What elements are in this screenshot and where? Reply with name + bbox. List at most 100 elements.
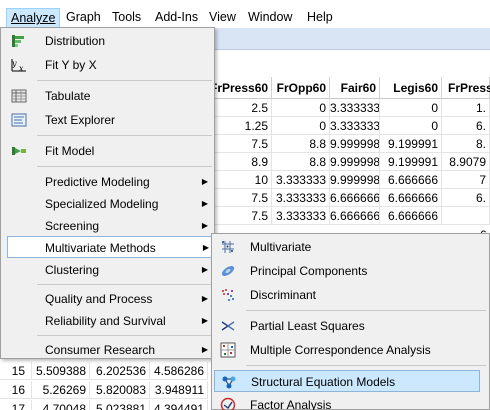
table-cell[interactable]: 3.333333: [272, 207, 330, 225]
table-cell[interactable]: 6.202536: [90, 362, 150, 380]
menu-view-label: View: [209, 10, 236, 24]
column-header[interactable]: Fair60: [330, 77, 380, 99]
menu-window[interactable]: Window: [244, 8, 296, 28]
submenu-item-principal-components[interactable]: Principal Components: [214, 260, 480, 282]
menu-item-multivariate-methods[interactable]: Multivariate Methods ▶: [7, 236, 214, 258]
menu-item-label: Multivariate Methods: [45, 241, 156, 255]
menu-bar: Analyze Graph Tools Add-Ins View Window …: [0, 0, 490, 28]
menu-separator: [246, 310, 486, 311]
menu-item-reliability-and-survival[interactable]: Reliability and Survival ▶: [3, 310, 212, 332]
menu-help[interactable]: Help: [303, 8, 337, 28]
table-cell[interactable]: 4.394491: [150, 400, 208, 410]
table-cell[interactable]: 9.999998: [330, 153, 380, 171]
submenu-item-label: Discriminant: [250, 288, 317, 302]
table-cell[interactable]: 3.333333: [330, 117, 380, 135]
menu-item-label: Consumer Research: [45, 343, 156, 357]
table-cell[interactable]: 6.666666: [330, 207, 380, 225]
submenu-arrow-icon: ▶: [201, 294, 208, 303]
table-cell[interactable]: 8.8: [272, 135, 330, 153]
menu-item-tabulate[interactable]: Tabulate: [3, 85, 212, 107]
menu-item-label: Tabulate: [45, 89, 91, 103]
tabulate-icon: [11, 89, 27, 103]
table-cell[interactable]: 5.023881: [90, 400, 150, 410]
table-cell[interactable]: 4.70048: [32, 400, 90, 410]
table-cell[interactable]: 7.5: [210, 135, 272, 153]
menu-item-fit-model[interactable]: Fit Model: [3, 140, 212, 162]
table-cell[interactable]: 3.948911: [150, 381, 208, 399]
table-cell[interactable]: 5.509388: [32, 362, 90, 380]
submenu-item-partial-least-squares[interactable]: Partial Least Squares: [214, 315, 480, 337]
menu-item-clustering[interactable]: Clustering ▶: [3, 259, 212, 281]
table-cell[interactable]: 0: [272, 99, 330, 117]
menu-window-label: Window: [248, 10, 293, 24]
menu-analyze[interactable]: Analyze: [6, 8, 61, 28]
table-cell[interactable]: 4.586286: [150, 362, 208, 380]
menu-item-fit-y-by-x[interactable]: y x Fit Y by X: [3, 54, 212, 76]
menu-item-label: Fit Model: [45, 144, 95, 158]
table-cell[interactable]: 3.333333: [272, 189, 330, 207]
menu-item-label: Predictive Modeling: [45, 175, 150, 189]
menu-analyze-label: Analyze: [11, 11, 56, 25]
column-header[interactable]: FrOpp60: [272, 77, 330, 99]
fit-y-by-x-icon: y x: [11, 58, 27, 72]
table-cell[interactable]: 6.666666: [380, 189, 442, 207]
table-cell[interactable]: 6.666666: [380, 207, 442, 225]
menu-item-screening[interactable]: Screening ▶: [3, 215, 212, 237]
menu-item-specialized-modeling[interactable]: Specialized Modeling ▶: [3, 193, 212, 215]
table-cell[interactable]: 8.8: [272, 153, 330, 171]
table-cell[interactable]: 7: [442, 171, 490, 189]
column-header[interactable]: FrPress60: [210, 77, 272, 99]
menu-item-predictive-modeling[interactable]: Predictive Modeling ▶: [3, 171, 212, 193]
table-cell[interactable]: 5.820083: [90, 381, 150, 399]
menu-item-label: Specialized Modeling: [45, 197, 159, 211]
table-cell[interactable]: 9.999998: [330, 135, 380, 153]
table-cell[interactable]: 8.9: [210, 153, 272, 171]
table-cell[interactable]: 3.333333: [272, 171, 330, 189]
column-header[interactable]: Legis60: [380, 77, 442, 99]
table-cell[interactable]: 6.: [442, 117, 490, 135]
table-cell[interactable]: 0: [272, 117, 330, 135]
submenu-item-discriminant[interactable]: Discriminant: [214, 284, 480, 306]
column-header[interactable]: FrPress: [442, 77, 490, 99]
menu-tools[interactable]: Tools: [108, 8, 145, 28]
row-number[interactable]: 17: [0, 400, 32, 410]
menu-separator: [37, 135, 212, 136]
row-number[interactable]: 16: [0, 381, 32, 399]
table-cell[interactable]: 9.199991: [380, 153, 442, 171]
table-cell[interactable]: 0: [380, 117, 442, 135]
table-cell[interactable]: 9.199991: [380, 135, 442, 153]
table-cell[interactable]: 3.333333: [330, 99, 380, 117]
menu-add-ins[interactable]: Add-Ins: [151, 8, 202, 28]
table-cell[interactable]: 1.: [442, 99, 490, 117]
table-cell[interactable]: 9.999998: [330, 171, 380, 189]
menu-item-label: Text Explorer: [45, 113, 116, 127]
table-cell[interactable]: 10: [210, 171, 272, 189]
row-number[interactable]: 15: [0, 362, 32, 380]
submenu-item-label: Factor Analysis: [250, 398, 332, 410]
table-cell[interactable]: [442, 207, 490, 225]
submenu-item-factor-analysis[interactable]: Factor Analysis: [214, 394, 480, 410]
submenu-item-structural-equation-models[interactable]: Structural Equation Models: [214, 370, 480, 392]
submenu-item-multivariate[interactable]: Multivariate: [214, 236, 480, 258]
correspondence-analysis-icon: [220, 342, 236, 358]
table-cell[interactable]: 6.666666: [380, 171, 442, 189]
menu-item-text-explorer[interactable]: Text Explorer: [3, 109, 212, 131]
table-cell[interactable]: 2.5: [210, 99, 272, 117]
table-cell[interactable]: 8.9079: [442, 153, 490, 171]
table-cell[interactable]: 1.25: [210, 117, 272, 135]
table-cell[interactable]: 7.5: [210, 189, 272, 207]
table-cell[interactable]: 6.666666: [330, 189, 380, 207]
table-cell[interactable]: 8.: [442, 135, 490, 153]
discriminant-icon: [220, 287, 236, 303]
table-cell[interactable]: 7.5: [210, 207, 272, 225]
menu-item-distribution[interactable]: Distribution: [3, 30, 212, 52]
table-cell[interactable]: 6.: [442, 189, 490, 207]
menu-item-consumer-research[interactable]: Consumer Research ▶: [3, 339, 212, 361]
menu-view[interactable]: View: [205, 8, 240, 28]
submenu-item-multiple-correspondence-analysis[interactable]: Multiple Correspondence Analysis: [214, 339, 480, 361]
menu-tools-label: Tools: [112, 10, 142, 24]
menu-graph[interactable]: Graph: [62, 8, 105, 28]
table-cell[interactable]: 0: [380, 99, 442, 117]
table-cell[interactable]: 5.26269: [32, 381, 90, 399]
menu-item-quality-and-process[interactable]: Quality and Process ▶: [3, 288, 212, 310]
